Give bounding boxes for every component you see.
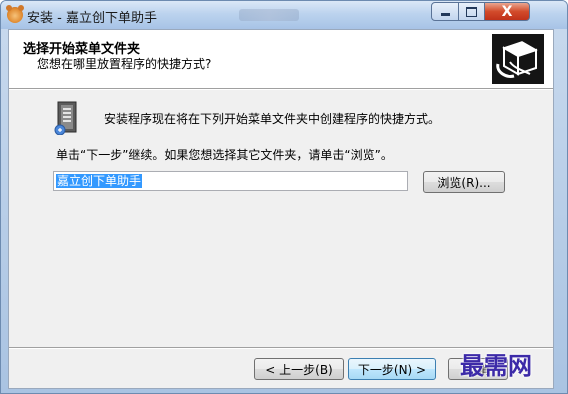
watermark-logo: 最需网 <box>460 351 532 380</box>
installer-box-icon <box>492 34 544 84</box>
window-title: 安装 - 嘉立创下单助手 <box>27 11 157 26</box>
close-icon: X <box>501 3 513 20</box>
instruction-text: 单击“下一步”继续。如果您想选择其它文件夹，请单击“浏览”。 <box>56 148 393 162</box>
installer-window: 安装 - 嘉立创下单助手 X 选择开始菜单文件夹 您想在哪里放置程序的快捷方式? <box>0 0 568 394</box>
back-button[interactable]: < 上一步(B) <box>254 358 344 380</box>
info-text: 安装程序现在将在下列开始菜单文件夹中创建程序的快捷方式。 <box>104 112 441 126</box>
title-bar[interactable]: 安装 - 嘉立创下单助手 X <box>1 1 567 29</box>
wizard-header: 选择开始菜单文件夹 您想在哪里放置程序的快捷方式? <box>9 30 553 88</box>
wizard-page: 选择开始菜单文件夹 您想在哪里放置程序的快捷方式? 安装程序现在将在下列开始菜单… <box>8 29 554 389</box>
page-subtitle: 您想在哪里放置程序的快捷方式? <box>37 57 212 71</box>
start-menu-folder-icon <box>54 101 80 136</box>
close-button[interactable]: X <box>484 2 530 21</box>
app-bear-icon <box>6 5 24 23</box>
maximize-icon <box>466 6 477 17</box>
title-bar-blur <box>239 9 299 21</box>
browse-button[interactable]: 浏览(R)... <box>423 171 505 193</box>
folder-input-selected-text: 嘉立创下单助手 <box>56 174 143 188</box>
minimize-button[interactable] <box>431 2 459 21</box>
header-divider <box>9 88 553 90</box>
next-button[interactable]: 下一步(N) > <box>348 358 436 380</box>
minimize-icon <box>440 13 450 16</box>
maximize-button[interactable] <box>458 2 485 21</box>
